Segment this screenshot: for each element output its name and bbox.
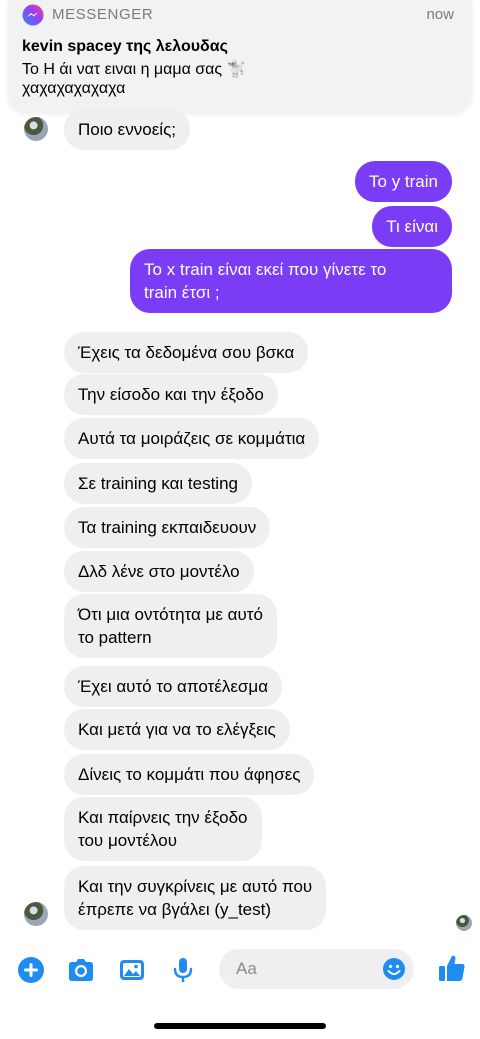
message-incoming[interactable]: Δλδ λένε στο μοντέλο bbox=[64, 551, 254, 592]
message-incoming[interactable]: Την είσοδο και την έξοδο bbox=[64, 374, 278, 415]
image-icon[interactable] bbox=[117, 955, 147, 985]
message-input-placeholder: Aa bbox=[236, 959, 257, 978]
message-incoming[interactable]: Και την συγκρίνεις με αυτό που έπρεπε να… bbox=[64, 866, 327, 930]
camera-icon[interactable] bbox=[66, 955, 96, 985]
thumbs-up-icon[interactable] bbox=[436, 952, 468, 984]
notification-title: kevin spacey της λελουδας bbox=[22, 38, 228, 55]
notification-body-line-1: Το Η άι νατ ειναι η μαμα σας 🐩 bbox=[22, 61, 247, 78]
message-incoming[interactable]: Έχεις τα δεδομένα σου βσκα bbox=[64, 332, 309, 373]
notification-time: now bbox=[426, 6, 454, 23]
message-incoming[interactable]: Ότι μια οντότητα με αυτό το pattern bbox=[64, 594, 277, 658]
notification-banner[interactable]: MESSENGER now kevin spacey της λελουδας … bbox=[8, 0, 472, 112]
home-indicator[interactable] bbox=[154, 1023, 326, 1029]
message-incoming[interactable]: Σε training και testing bbox=[64, 463, 252, 504]
microphone-icon[interactable] bbox=[168, 955, 198, 985]
notification-body-line-2: χαχαχαχαχαχα bbox=[22, 80, 126, 97]
messenger-icon bbox=[22, 4, 44, 26]
contact-avatar[interactable] bbox=[24, 117, 48, 141]
message-incoming[interactable]: Δίνεις το κομμάτι που άφησες bbox=[64, 754, 315, 795]
message-incoming[interactable]: Τα training εκπαιδευουν bbox=[64, 507, 271, 548]
emoji-icon[interactable] bbox=[382, 957, 406, 981]
contact-avatar[interactable] bbox=[24, 902, 48, 926]
notification-app-name: MESSENGER bbox=[52, 6, 154, 23]
message-outgoing[interactable]: Τι είναι bbox=[372, 206, 452, 247]
message-incoming[interactable]: Αυτά τα μοιράζεις σε κομμάτια bbox=[64, 418, 320, 459]
message-incoming[interactable]: Ποιο εννοείς; bbox=[64, 109, 190, 150]
plus-icon[interactable] bbox=[16, 955, 46, 985]
message-incoming[interactable]: Έχει αυτό το αποτέλεσμα bbox=[64, 666, 283, 707]
message-outgoing[interactable]: Το y train bbox=[355, 161, 452, 202]
seen-receipt-avatar bbox=[456, 915, 472, 931]
message-input[interactable]: Aa bbox=[219, 949, 414, 989]
message-incoming[interactable]: Και παίρνεις την έξοδο του μοντέλου bbox=[64, 797, 262, 861]
message-outgoing[interactable]: Το x train είναι εκεί που γίνετε το trai… bbox=[130, 249, 452, 313]
message-incoming[interactable]: Και μετά για να το ελέγξεις bbox=[64, 709, 290, 750]
